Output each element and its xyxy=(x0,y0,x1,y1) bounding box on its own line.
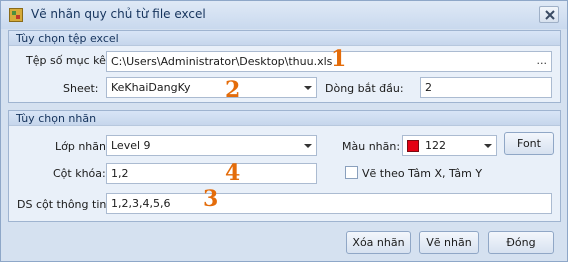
key-column-value: 1,2 xyxy=(111,167,129,180)
start-row-label: Dòng bắt đầu: xyxy=(325,82,404,95)
sheet-dropdown[interactable]: KeKhaiDangKy xyxy=(106,77,317,98)
dialog-window: Vẽ nhãn quy chủ từ file excel Tùy chọn t… xyxy=(0,0,568,262)
window-title: Vẽ nhãn quy chủ từ file excel xyxy=(31,7,206,21)
delete-labels-button[interactable]: Xóa nhãn xyxy=(346,231,411,254)
browse-button[interactable]: ... xyxy=(537,52,548,69)
color-value: 122 xyxy=(425,139,446,152)
app-icon xyxy=(9,8,23,22)
close-icon xyxy=(545,10,555,20)
file-path-label: Tệp số mục kê: xyxy=(26,54,110,67)
file-path-value: C:\Users\Administrator\Desktop\thuu.xls xyxy=(111,55,333,68)
color-swatch xyxy=(407,140,419,152)
title-bar: Vẽ nhãn quy chủ từ file excel xyxy=(1,1,567,29)
sheet-value: KeKhaiDangKy xyxy=(111,81,191,94)
start-row-field[interactable]: 2 xyxy=(420,77,552,98)
chevron-down-icon xyxy=(484,144,492,148)
layer-label: Lớp nhãn: xyxy=(55,140,110,153)
color-dropdown[interactable]: 122 xyxy=(402,135,497,156)
layer-value: Level 9 xyxy=(111,139,151,152)
file-path-field[interactable]: C:\Users\Administrator\Desktop\thuu.xls … xyxy=(106,51,552,72)
annotation-2: 2 xyxy=(225,77,241,103)
label-options-header: Tùy chọn nhãn xyxy=(9,111,560,126)
label-options-group: Tùy chọn nhãn Lớp nhãn: Level 9 Màu nhãn… xyxy=(8,110,561,222)
draw-labels-button[interactable]: Vẽ nhãn xyxy=(419,231,479,254)
sheet-label: Sheet: xyxy=(63,82,99,95)
annotation-1: 1 xyxy=(331,46,347,72)
excel-options-group: Tùy chọn tệp excel Tệp số mục kê: C:\Use… xyxy=(8,30,561,103)
start-row-value: 2 xyxy=(425,81,432,94)
font-button[interactable]: Font xyxy=(504,132,554,155)
info-columns-value: 1,2,3,4,5,6 xyxy=(111,197,171,210)
info-columns-label: DS cột thông tin: xyxy=(17,198,111,211)
window-close-button[interactable] xyxy=(539,6,559,23)
close-button[interactable]: Đóng xyxy=(488,231,554,254)
key-column-label: Cột khóa: xyxy=(53,167,106,180)
annotation-4: 4 xyxy=(225,160,241,186)
center-xy-label: Vẽ theo Tâm X, Tâm Y xyxy=(362,167,483,180)
color-label: Màu nhãn: xyxy=(342,140,401,153)
key-column-field[interactable]: 1,2 xyxy=(106,163,317,184)
info-columns-field[interactable]: 1,2,3,4,5,6 xyxy=(106,193,552,214)
layer-dropdown[interactable]: Level 9 xyxy=(106,135,317,156)
chevron-down-icon xyxy=(304,86,312,90)
center-xy-checkbox[interactable] xyxy=(345,166,358,179)
excel-options-header: Tùy chọn tệp excel xyxy=(9,31,560,46)
chevron-down-icon xyxy=(304,144,312,148)
annotation-3: 3 xyxy=(203,186,219,212)
